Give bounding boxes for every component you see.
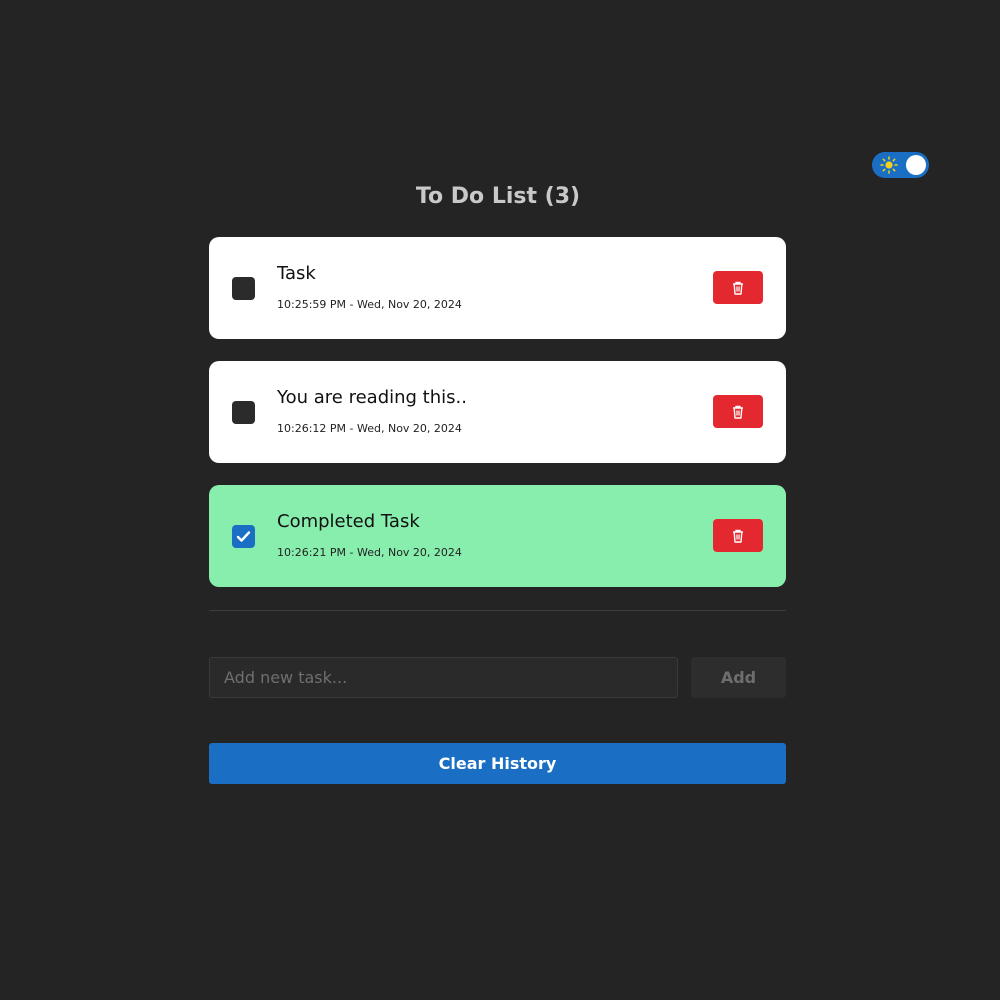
- task-timestamp: 10:26:12 PM - Wed, Nov 20, 2024: [277, 422, 462, 435]
- delete-task-button[interactable]: [713, 519, 763, 552]
- task-timestamp: 10:25:59 PM - Wed, Nov 20, 2024: [277, 298, 462, 311]
- page-title: To Do List (3): [415, 184, 581, 209]
- theme-toggle[interactable]: [872, 152, 929, 178]
- sun-icon: [880, 156, 898, 174]
- todo-app: To Do List (3) Task 10:25:59 PM - Wed, N…: [0, 0, 1000, 1000]
- checkmark-icon: [236, 531, 251, 542]
- task-checkbox-checked[interactable]: [232, 525, 255, 548]
- task-checkbox[interactable]: [232, 401, 255, 424]
- task-item: Task 10:25:59 PM - Wed, Nov 20, 2024: [209, 237, 786, 339]
- task-name: Completed Task: [277, 511, 420, 532]
- task-timestamp: 10:26:21 PM - Wed, Nov 20, 2024: [277, 546, 462, 559]
- toggle-knob: [906, 155, 926, 175]
- task-list: Task 10:25:59 PM - Wed, Nov 20, 2024 You…: [209, 237, 786, 609]
- clear-history-button[interactable]: Clear History: [209, 743, 786, 784]
- task-checkbox[interactable]: [232, 277, 255, 300]
- trash-icon: [733, 281, 743, 295]
- delete-task-button[interactable]: [713, 395, 763, 428]
- task-name: You are reading this..: [277, 387, 467, 408]
- trash-icon: [733, 405, 743, 419]
- task-item: You are reading this.. 10:26:12 PM - Wed…: [209, 361, 786, 463]
- new-task-input[interactable]: [209, 657, 678, 698]
- trash-icon: [733, 529, 743, 543]
- delete-task-button[interactable]: [713, 271, 763, 304]
- divider: [209, 610, 786, 611]
- add-task-button[interactable]: Add: [691, 657, 786, 698]
- task-item-completed: Completed Task 10:26:21 PM - Wed, Nov 20…: [209, 485, 786, 587]
- task-name: Task: [277, 263, 316, 284]
